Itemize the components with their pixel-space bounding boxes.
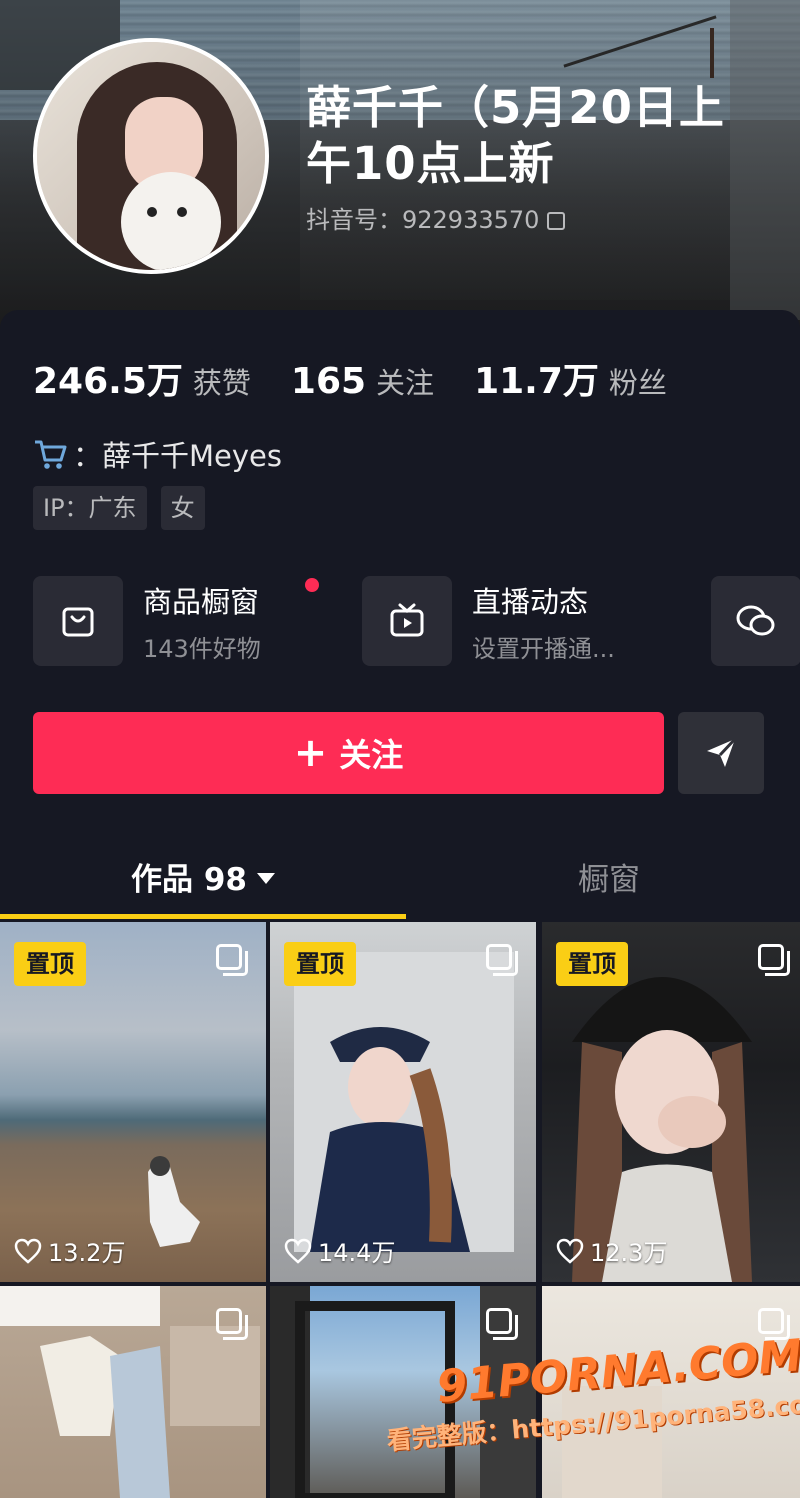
copy-icon[interactable] <box>547 212 566 230</box>
video-thumbnail[interactable]: 置顶 12.3万 <box>542 922 800 1282</box>
shopping-cart-icon <box>35 440 67 469</box>
card-showcase[interactable]: 商品橱窗 143件好物 <box>33 575 319 667</box>
like-count: 14.4万 <box>284 1233 395 1268</box>
tab-works[interactable]: 作品 98 <box>0 845 406 915</box>
video-thumbnail[interactable]: 置顶 13.2万 <box>0 922 266 1282</box>
multi-image-icon <box>486 1308 518 1340</box>
card-title: 商品橱窗 <box>143 584 260 619</box>
card-icon-box <box>33 576 123 666</box>
stat-label: 粉丝 <box>608 366 667 400</box>
card-icon-box <box>711 576 800 666</box>
send-icon <box>707 737 737 767</box>
tv-icon <box>390 603 424 637</box>
content-tabs: 作品 98 橱窗 <box>0 845 800 921</box>
avatar[interactable] <box>33 38 269 274</box>
stat-label: 关注 <box>376 366 435 400</box>
video-thumbnail[interactable] <box>0 1286 266 1498</box>
stat-label: 获赞 <box>192 366 251 400</box>
plus-icon: + <box>293 730 328 776</box>
stat-value: 165 <box>290 361 367 402</box>
like-count-text: 13.2万 <box>48 1239 126 1267</box>
shopping-bag-icon <box>62 607 94 637</box>
card-live[interactable]: 直播动态 设置开播通... <box>362 575 615 667</box>
ip-tag: IP：广东 <box>33 486 147 530</box>
profile-name: 薛千千（5月20日上午10点上新 <box>306 81 725 190</box>
stats-row: 246.5万 获赞 165 关注 11.7万 粉丝 <box>33 352 707 404</box>
like-count: 13.2万 <box>14 1233 125 1268</box>
caret-down-icon <box>256 873 275 884</box>
card-subtitle: 设置开播通... <box>472 634 615 663</box>
tab-label: 橱窗 <box>578 862 640 898</box>
multi-image-icon <box>486 944 518 976</box>
multi-image-icon <box>758 944 790 976</box>
multi-image-icon <box>758 1308 790 1340</box>
card-group-chat[interactable] <box>711 575 800 667</box>
douyin-id-text: 抖音号：922933570 <box>306 206 540 234</box>
card-icon-box <box>362 576 452 666</box>
watermark-overlay: 91PORNA.COM 看完整版：https://91porna58.com <box>386 1330 800 1476</box>
chat-bubbles-icon <box>736 605 775 636</box>
gender-tag: 女 <box>160 486 205 530</box>
pinned-badge: 置顶 <box>284 942 356 986</box>
follow-button[interactable]: + 关注 <box>33 712 664 794</box>
share-button[interactable] <box>678 712 764 794</box>
douyin-id[interactable]: 抖音号：922933570 <box>306 200 566 235</box>
like-count-text: 12.3万 <box>590 1239 668 1267</box>
stat-likes[interactable]: 246.5万 获赞 <box>33 352 251 404</box>
heart-icon <box>14 1238 42 1264</box>
tab-showcase[interactable]: 橱窗 <box>406 845 800 915</box>
notification-dot <box>305 578 319 592</box>
pinned-badge: 置顶 <box>14 942 86 986</box>
profile-tags: IP：广东 女 <box>33 486 219 530</box>
stat-value: 246.5万 <box>33 361 183 402</box>
multi-image-icon <box>216 944 248 976</box>
stat-followers[interactable]: 11.7万 粉丝 <box>474 352 667 404</box>
like-count: 12.3万 <box>556 1233 667 1268</box>
video-thumbnail[interactable]: 置顶 14.4万 <box>270 922 536 1282</box>
follow-label: 关注 <box>339 736 404 774</box>
multi-image-icon <box>216 1308 248 1340</box>
active-tab-indicator <box>0 914 406 919</box>
shop-name: ：薛千千Meyes <box>73 439 282 473</box>
heart-icon <box>284 1238 312 1264</box>
card-subtitle: 143件好物 <box>143 634 261 663</box>
pinned-badge: 置顶 <box>556 942 628 986</box>
like-count-text: 14.4万 <box>318 1239 396 1267</box>
stat-following[interactable]: 165 关注 <box>291 360 434 402</box>
stat-value: 11.7万 <box>474 361 599 402</box>
shop-link[interactable]: ：薛千千Meyes <box>33 433 282 475</box>
tab-label: 作品 98 <box>131 862 247 898</box>
heart-icon <box>556 1238 584 1264</box>
card-title: 直播动态 <box>472 584 589 619</box>
feature-cards: 商品橱窗 143件好物 直播动态 设置开播通... <box>33 575 800 667</box>
